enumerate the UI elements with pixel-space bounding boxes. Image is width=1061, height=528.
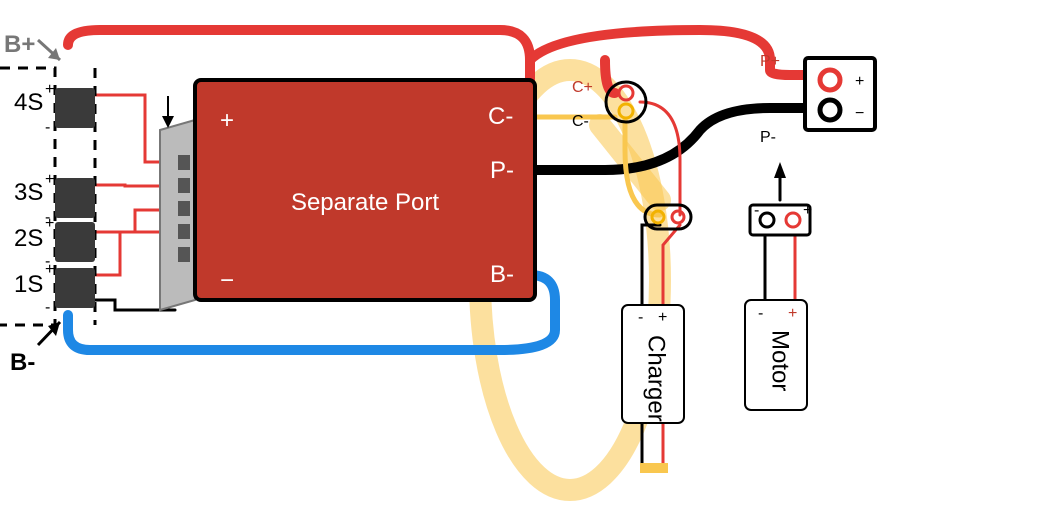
svg-text:-: -: [45, 299, 50, 316]
motor-plus: +: [788, 305, 797, 322]
bms-plus: +: [220, 107, 234, 134]
charger-plus: +: [658, 309, 667, 326]
svg-text:-: -: [45, 119, 50, 136]
label-3s: 3S: [14, 179, 43, 206]
bms-wiring-diagram: 4S 3S 2S 1S +- +- +- +- B+ B- Separate P…: [0, 0, 1061, 528]
svg-text:+: +: [803, 202, 812, 219]
bms-title: Separate Port: [291, 189, 439, 216]
label-b-minus: B-: [10, 349, 35, 376]
output-minus-sign: −: [855, 105, 864, 122]
wire-b-plus-to-bms: [68, 30, 530, 80]
bms-p-minus: P-: [490, 157, 514, 184]
svg-text:+: +: [45, 215, 54, 232]
output-box: [805, 58, 875, 130]
bms-c-minus: C-: [488, 103, 513, 130]
label-1s: 1S: [14, 271, 43, 298]
cell-polarity-marks: +- +- +- +-: [45, 81, 54, 316]
svg-text:+: +: [45, 81, 54, 98]
svg-text:+: +: [45, 261, 54, 278]
charger-label: Charger: [643, 335, 670, 422]
label-p-minus: P-: [760, 129, 776, 146]
motor-label: Motor: [767, 330, 794, 391]
label-c-plus: C+: [572, 79, 593, 96]
bms-b-minus: B-: [490, 261, 514, 288]
charger-minus: -: [638, 309, 643, 326]
motor-minus: -: [758, 305, 763, 322]
label-4s: 4S: [14, 89, 43, 116]
svg-text:+: +: [45, 171, 54, 188]
label-c-minus: C-: [572, 113, 589, 130]
svg-text:-: -: [754, 202, 759, 219]
label-b-plus: B+: [4, 31, 35, 58]
battery-cells: [55, 88, 95, 308]
label-2s: 2S: [14, 225, 43, 252]
balance-connector: [160, 120, 195, 310]
arrow-motor-head: [774, 162, 786, 178]
label-p-plus: P+: [760, 53, 780, 70]
output-plus-sign: +: [855, 73, 864, 90]
bms-minus: −: [220, 267, 234, 294]
